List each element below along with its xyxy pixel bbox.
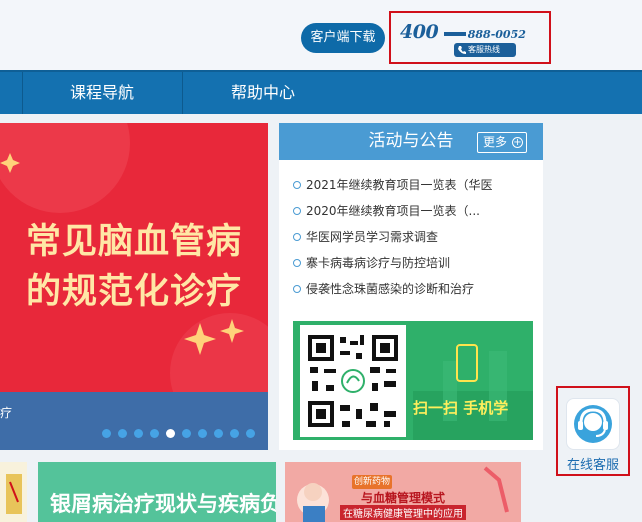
online-service-widget[interactable]: 在线客服: [556, 386, 630, 476]
hotline-banner[interactable]: 400 888-0052 客服热线: [389, 11, 551, 64]
client-download-button[interactable]: 客户端下载: [301, 23, 385, 53]
online-service-label: 在线客服: [566, 458, 619, 473]
circle-bullet-icon: [293, 285, 301, 293]
carousel-dot[interactable]: [118, 429, 127, 438]
announcement-link[interactable]: 寨卡病毒病诊疗与防控培训: [306, 256, 450, 270]
announcement-link[interactable]: 2020年继续教育项目一览表（...: [306, 204, 480, 218]
nav-item-help-center[interactable]: 帮助中心: [183, 72, 343, 114]
qr-code-icon: [308, 335, 398, 427]
headset-badge: [566, 398, 620, 450]
more-button[interactable]: 更多 +: [477, 132, 527, 153]
hotline-label-tag: 客服热线: [454, 43, 516, 57]
nav-item-course-navigation[interactable]: 课程导航: [22, 72, 182, 114]
card-art: [6, 474, 22, 514]
announcement-link[interactable]: 2021年继续教育项目一览表（华医: [306, 178, 493, 192]
banner-title-line2: 的规范化诊疗: [25, 272, 242, 312]
carousel-dot[interactable]: [134, 429, 143, 438]
circle-bullet-icon: [293, 233, 301, 241]
announcement-item[interactable]: 侵袭性念珠菌感染的诊断和治疗: [293, 279, 533, 299]
banner-caption-bar: 疗: [0, 392, 268, 450]
course-card-partial[interactable]: [0, 462, 27, 522]
carousel-dot[interactable]: [102, 429, 111, 438]
carousel-banner[interactable]: 常见脑血管病 的规范化诊疗 疗: [0, 123, 268, 450]
course-card-psoriasis[interactable]: 银屑病治疗现状与疾病负担: [38, 462, 276, 522]
hotline-label: 客服热线: [468, 45, 500, 54]
phone-icon: [458, 46, 466, 54]
main-nav: 课程导航 帮助中心: [0, 70, 642, 114]
plus-circle-icon: +: [512, 137, 523, 148]
course-card-title: 银屑病治疗现状与疾病负担: [50, 492, 276, 516]
headset-icon: [574, 405, 612, 443]
circle-bullet-icon: [293, 207, 301, 215]
announcement-item[interactable]: 华医网学员学习需求调查: [293, 227, 533, 247]
qr-code: [300, 325, 406, 437]
carousel-dot[interactable]: [214, 429, 223, 438]
banner-caption: 疗: [0, 406, 13, 420]
announcements-header: 活动与公告 更多 +: [279, 123, 543, 160]
announcement-link[interactable]: 侵袭性念珠菌感染的诊断和治疗: [306, 282, 474, 296]
course-card-diabetes[interactable]: 创新药物 与血糖管理模式 在糖尿病健康管理中的应用: [285, 462, 521, 522]
more-label: 更多: [483, 135, 508, 149]
promo-text: 扫一扫 手机学: [413, 399, 509, 417]
circle-bullet-icon: [293, 181, 301, 189]
circle-bullet-icon: [293, 259, 301, 267]
banner-title-line1: 常见脑血管病: [25, 222, 242, 262]
carousel-dot[interactable]: [182, 429, 191, 438]
course-card-title: 与血糖管理模式: [361, 491, 446, 505]
site-header: 客户端下载 400 888-0052 客服热线: [0, 0, 642, 70]
mobile-phone-icon: [456, 344, 478, 382]
carousel-dot[interactable]: [230, 429, 239, 438]
course-card-subtitle: 在糖尿病健康管理中的应用: [340, 505, 466, 520]
carousel-dot[interactable]: [246, 429, 255, 438]
announcement-item[interactable]: 2020年继续教育项目一览表（...: [293, 201, 533, 221]
hotline-dash: [444, 32, 466, 36]
course-card-tag: 创新药物: [352, 475, 392, 489]
mobile-app-promo[interactable]: 扫一扫 手机学: [293, 321, 533, 440]
announcement-item[interactable]: 寨卡病毒病诊疗与防控培训: [293, 253, 533, 273]
hotline-prefix: 400: [400, 21, 439, 43]
announcement-item[interactable]: 2021年继续教育项目一览表（华医: [293, 175, 533, 195]
carousel-dot-active[interactable]: [166, 429, 175, 438]
carousel-dot[interactable]: [150, 429, 159, 438]
announcement-link[interactable]: 华医网学员学习需求调查: [306, 230, 438, 244]
carousel-dot[interactable]: [198, 429, 207, 438]
hotline-digits: 888-0052: [467, 28, 526, 41]
